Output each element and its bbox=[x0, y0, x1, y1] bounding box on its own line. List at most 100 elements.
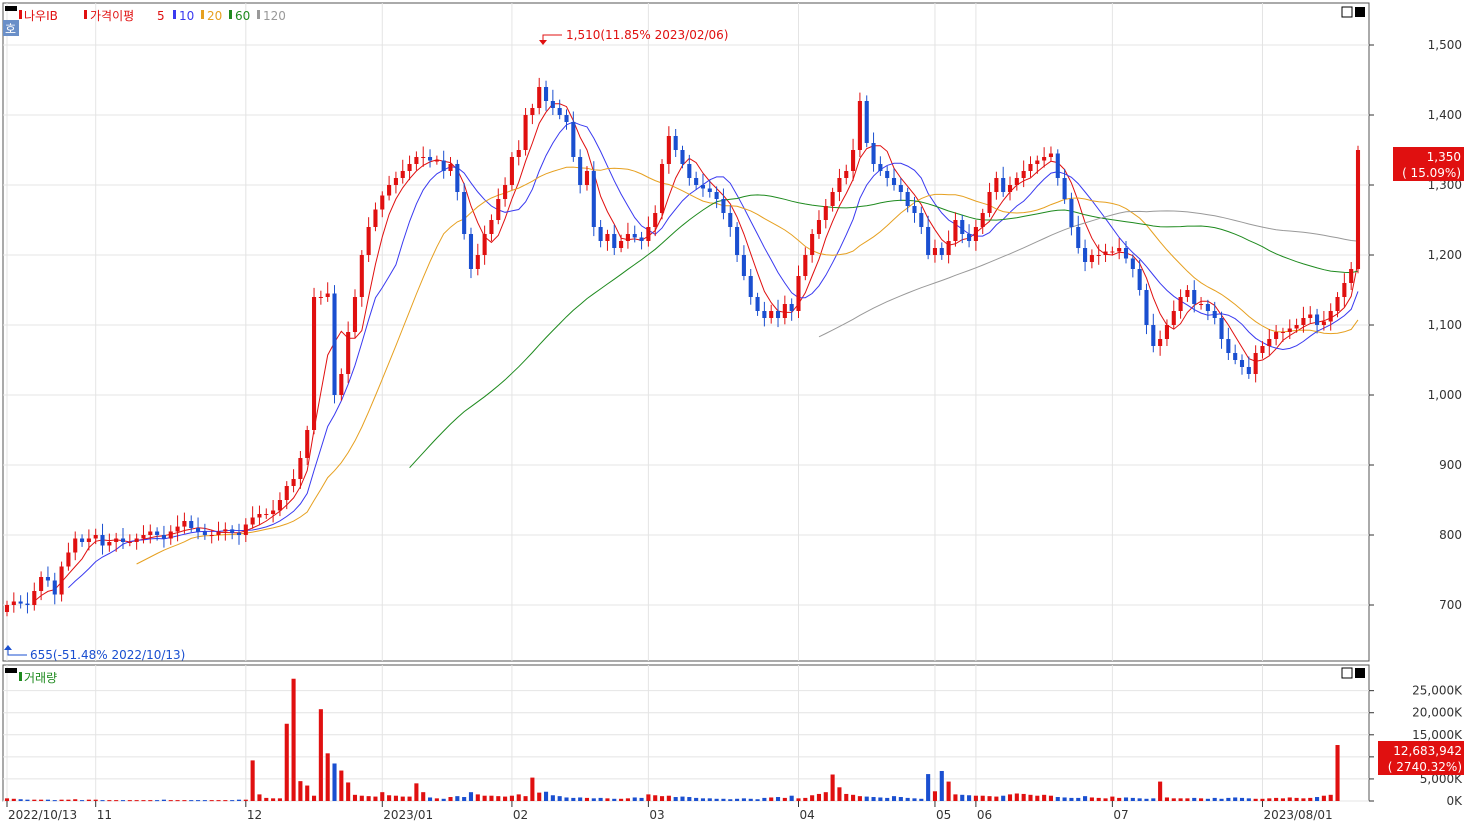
volume-bar bbox=[666, 795, 671, 801]
volume-tick-label: 25,000K bbox=[1412, 684, 1463, 698]
candle-body bbox=[707, 188, 712, 192]
candle-body bbox=[141, 535, 146, 539]
candle-body bbox=[1048, 153, 1054, 157]
volume-bar bbox=[1274, 797, 1279, 801]
panel-menu-icon[interactable] bbox=[5, 6, 17, 11]
volume-bar bbox=[550, 795, 555, 801]
ma-20-swatch bbox=[201, 10, 204, 19]
volume-bar bbox=[196, 800, 201, 802]
candle-body bbox=[230, 529, 235, 533]
current-volume-change: ( 2740.32%) bbox=[1388, 760, 1462, 774]
candle-body bbox=[407, 164, 412, 171]
candle-body bbox=[912, 206, 917, 213]
candle-body bbox=[803, 255, 808, 276]
candle-body bbox=[755, 297, 760, 311]
date-tick-label: 11 bbox=[97, 808, 112, 822]
candle-body bbox=[1069, 199, 1074, 227]
candle-body bbox=[537, 87, 542, 108]
candle-body bbox=[1083, 248, 1088, 262]
volume-bar bbox=[236, 799, 242, 801]
volume-bar bbox=[1246, 798, 1251, 801]
candle-body bbox=[496, 199, 501, 220]
volume-bar bbox=[373, 796, 378, 801]
volume-bar bbox=[1164, 797, 1169, 801]
volume-bar bbox=[52, 800, 57, 802]
date-tick-label: 2023/01 bbox=[383, 808, 433, 822]
volume-bar bbox=[700, 798, 706, 801]
price-tick-label: 800 bbox=[1439, 528, 1462, 542]
price-minimize-icon[interactable] bbox=[1341, 6, 1353, 18]
volume-bar bbox=[1055, 797, 1060, 801]
volume-bar bbox=[919, 798, 924, 801]
volume-bar bbox=[407, 796, 412, 801]
candle-body bbox=[564, 115, 569, 122]
volume-tick-label: 15,000K bbox=[1412, 728, 1463, 742]
volume-bar bbox=[161, 799, 166, 801]
candle-body bbox=[1335, 297, 1340, 311]
candle-body bbox=[932, 248, 938, 255]
candle-body bbox=[891, 178, 897, 185]
price-close-icon[interactable] bbox=[1355, 7, 1365, 17]
candle-body bbox=[1035, 160, 1040, 164]
volume-bar bbox=[987, 796, 992, 801]
volume-bar bbox=[441, 798, 446, 801]
candle-body bbox=[810, 234, 815, 255]
volume-bar bbox=[980, 795, 985, 801]
candle-body bbox=[1287, 328, 1292, 332]
volume-bar bbox=[605, 798, 610, 801]
candle-body bbox=[1014, 178, 1019, 185]
volume-bar bbox=[810, 795, 815, 801]
ma-indicator-swatch bbox=[84, 10, 87, 19]
volume-bar bbox=[1178, 798, 1183, 801]
candle-body bbox=[857, 101, 862, 150]
volume-bar bbox=[762, 797, 767, 801]
candle-body bbox=[359, 255, 364, 297]
volume-bar bbox=[73, 799, 78, 801]
candle-body bbox=[550, 101, 555, 108]
volume-bar bbox=[427, 797, 433, 801]
candle-body bbox=[1308, 314, 1313, 318]
volume-menu-icon[interactable] bbox=[5, 668, 17, 673]
candle-body bbox=[871, 143, 876, 164]
price-tick-label: 1,200 bbox=[1428, 248, 1462, 262]
volume-bar bbox=[721, 798, 726, 801]
candle-body bbox=[1171, 311, 1176, 325]
candle-body bbox=[1096, 255, 1101, 256]
date-tick-label: 07 bbox=[1113, 808, 1128, 822]
candle-body bbox=[659, 164, 665, 213]
candle-body bbox=[393, 178, 398, 185]
volume-tick-label: 20,000K bbox=[1412, 706, 1463, 720]
candle-body bbox=[1055, 153, 1060, 178]
candle-body bbox=[100, 535, 105, 546]
volume-bar bbox=[557, 796, 562, 801]
volume-minimize-icon[interactable] bbox=[1341, 667, 1353, 679]
date-tick-label: 04 bbox=[799, 808, 814, 822]
volume-bar bbox=[1076, 797, 1081, 801]
volume-bar bbox=[18, 799, 23, 801]
candle-body bbox=[680, 150, 685, 164]
volume-bar bbox=[127, 800, 132, 802]
candle-body bbox=[1103, 251, 1108, 255]
candle-body bbox=[475, 255, 480, 269]
candle-body bbox=[646, 227, 651, 241]
volume-bar bbox=[796, 798, 801, 801]
low-arrow bbox=[7, 647, 27, 656]
ma-indicator-label: 가격이평 bbox=[90, 9, 134, 23]
candle-body bbox=[939, 248, 944, 255]
price-tick-label: 1,400 bbox=[1428, 108, 1462, 122]
price-tick-label: 1,500 bbox=[1428, 38, 1462, 52]
volume-bar bbox=[448, 797, 453, 801]
volume-bar bbox=[1089, 797, 1094, 801]
volume-bar bbox=[1328, 794, 1333, 801]
volume-bar bbox=[318, 709, 323, 801]
volume-bar bbox=[305, 785, 310, 801]
candle-body bbox=[946, 241, 951, 255]
volume-bar bbox=[1048, 795, 1054, 801]
volume-bar bbox=[973, 795, 978, 801]
volume-bar bbox=[475, 794, 480, 801]
volume-bar bbox=[1321, 795, 1326, 801]
candle-body bbox=[973, 227, 978, 241]
candle-body bbox=[639, 237, 644, 241]
volume-bar bbox=[735, 798, 740, 801]
volume-close-icon[interactable] bbox=[1355, 668, 1365, 678]
